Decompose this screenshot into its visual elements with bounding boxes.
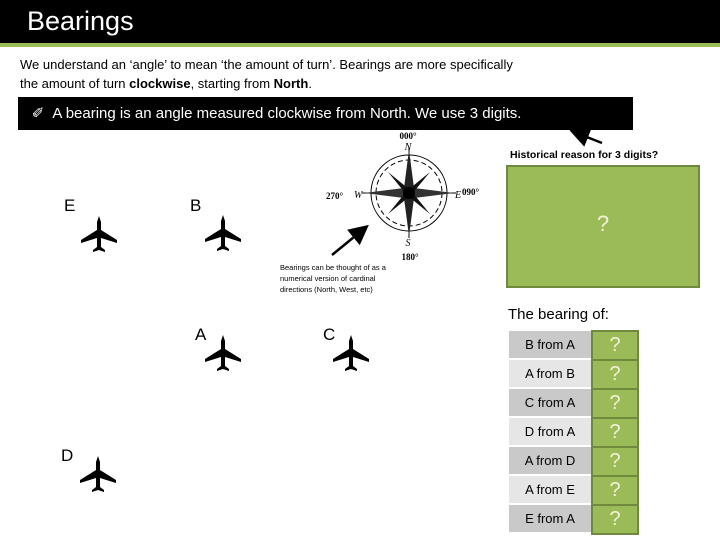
- compass-north-letter: N: [404, 142, 413, 153]
- page-title: Bearings: [27, 6, 134, 36]
- compass-south-letter: S: [406, 238, 411, 249]
- compass-note: Bearings can be thought of as a numerica…: [280, 263, 386, 294]
- historical-answer-box[interactable]: ?: [506, 165, 700, 288]
- compass-east-degrees: 090°: [462, 187, 480, 197]
- bearing-row-label: C from A: [509, 389, 591, 416]
- bearing-row-answer[interactable]: ?: [591, 475, 639, 506]
- airplane-icon-a: [205, 335, 241, 371]
- bearing-row-answer[interactable]: ?: [591, 359, 639, 390]
- bearing-row-answer[interactable]: ?: [591, 446, 639, 477]
- bearing-row-label: A from E: [509, 476, 591, 503]
- bearing-row-answer[interactable]: ?: [591, 330, 639, 361]
- compass-south-degrees: 180°: [401, 252, 419, 262]
- airplane-icon-e: [81, 216, 117, 252]
- compass-star: [362, 148, 456, 238]
- plane-label-b: B: [190, 196, 202, 215]
- bearing-row: B from A ?: [509, 330, 641, 361]
- header-stripe: [0, 43, 720, 47]
- intro-line-1: We understand an ‘angle’ to mean ‘the am…: [20, 57, 513, 72]
- bearing-row-label: E from A: [509, 505, 591, 532]
- bearing-row: E from A ?: [509, 504, 641, 535]
- bearing-row: A from E ?: [509, 475, 641, 506]
- intro-bold-north: North: [273, 76, 309, 91]
- compass-east-letter: E: [454, 190, 461, 201]
- historical-answer: ?: [596, 211, 610, 236]
- bearing-table-title: The bearing of:: [508, 306, 609, 323]
- bearing-row: C from A ?: [509, 388, 641, 419]
- intro-text-part: , starting from: [190, 76, 274, 91]
- airplane-icon-c: [333, 335, 369, 371]
- bearing-row-label: B from A: [509, 331, 591, 358]
- intro-text-part: .: [308, 76, 312, 91]
- header-bar: Bearings: [0, 0, 720, 43]
- compass-west-letter: W: [354, 190, 364, 201]
- definition-banner: ✐ A bearing is an angle measured clockwi…: [18, 97, 633, 130]
- intro-text-part: the amount of turn: [20, 76, 130, 91]
- definition-text: A bearing is an angle measured clockwise…: [52, 105, 522, 122]
- bearing-row-label: D from A: [509, 418, 591, 445]
- airplane-icon-b: [205, 215, 241, 251]
- bearing-row-label: A from D: [509, 447, 591, 474]
- historical-question: Historical reason for 3 digits?: [510, 149, 659, 161]
- compass-rose: 000° N 270° W E 090° S 180°: [318, 128, 498, 262]
- intro-line-2: the amount of turn clockwise, starting f…: [20, 74, 620, 93]
- bearing-row-answer[interactable]: ?: [591, 504, 639, 535]
- bearing-row: D from A ?: [509, 417, 641, 448]
- bearing-row: A from D ?: [509, 446, 641, 477]
- bearing-row-answer[interactable]: ?: [591, 388, 639, 419]
- plane-label-d: D: [61, 446, 74, 465]
- pencil-icon: ✐: [31, 105, 45, 122]
- intro-bold-clockwise: clockwise: [129, 76, 191, 91]
- bearing-row-answer[interactable]: ?: [591, 417, 639, 448]
- compass-north-degrees: 000°: [399, 131, 417, 141]
- airplane-icon-d: [80, 456, 116, 492]
- intro-text: We understand an ‘angle’ to mean ‘the am…: [20, 55, 620, 93]
- compass-west-degrees: 270°: [326, 191, 344, 201]
- arrow-to-banner: [569, 128, 603, 147]
- bearing-row: A from B ?: [509, 359, 641, 390]
- bearing-row-label: A from B: [509, 360, 591, 387]
- plane-label-e: E: [64, 196, 76, 215]
